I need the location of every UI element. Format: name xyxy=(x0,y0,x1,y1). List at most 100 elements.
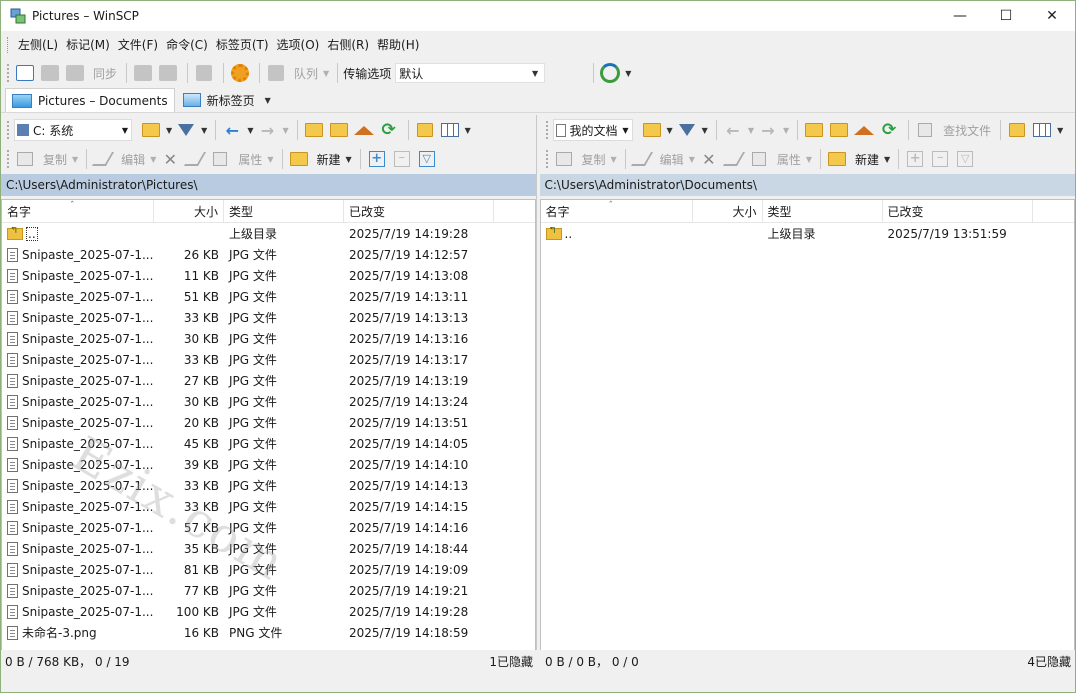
right-tree-button[interactable] xyxy=(1006,119,1028,141)
queue-dropdown-icon[interactable]: ▼ xyxy=(323,69,329,78)
tab-new[interactable]: 新标签页 ▼ xyxy=(177,88,280,112)
left-back-button[interactable]: ← xyxy=(221,119,243,141)
table-row[interactable]: Snipaste_2025-07-1... 33 KB JPG 文件 2025/7/1… xyxy=(2,307,535,328)
left-home-button[interactable] xyxy=(353,119,375,141)
right-filter-button[interactable] xyxy=(676,119,698,141)
clipboard-button[interactable] xyxy=(193,62,215,84)
left-path-bar[interactable]: C:\Users\Administrator\Pictures\ xyxy=(1,174,536,196)
right-edit-button[interactable] xyxy=(630,148,653,170)
right-properties-button[interactable] xyxy=(748,148,770,170)
left-view-button[interactable] xyxy=(439,119,461,141)
col-changed-header[interactable]: 已改变 xyxy=(883,200,1033,223)
left-parent-dir-button[interactable] xyxy=(303,119,325,141)
left-open-dir-button[interactable] xyxy=(140,119,162,141)
table-row[interactable]: Snipaste_2025-07-1... 11 KB JPG 文件 2025/7/1… xyxy=(2,265,535,286)
left-copy-button[interactable] xyxy=(14,148,36,170)
menu-mark[interactable]: 标记(M) xyxy=(62,31,114,59)
col-changed-header[interactable]: 已改变 xyxy=(344,200,494,223)
parent-dir-row[interactable]: .. 上级目录 2025/7/19 14:19:28 xyxy=(2,223,535,244)
table-row[interactable]: Snipaste_2025-07-1... 20 KB JPG 文件 2025/7/1… xyxy=(2,412,535,433)
right-drive-select[interactable]: 我的文档 ▼ xyxy=(552,119,633,141)
folder-sync-button[interactable] xyxy=(64,62,86,84)
table-row[interactable]: Snipaste_2025-07-1... 33 KB JPG 文件 2025/7/1… xyxy=(2,496,535,517)
close-button[interactable]: ✕ xyxy=(1029,1,1075,31)
sync-label[interactable]: 同步 xyxy=(93,65,117,82)
right-new-button[interactable] xyxy=(826,148,848,170)
left-forward-dropdown-icon[interactable]: ▼ xyxy=(282,126,288,135)
table-row[interactable]: Snipaste_2025-07-1... 30 KB JPG 文件 2025/7/1… xyxy=(2,391,535,412)
right-root-dir-button[interactable] xyxy=(828,119,850,141)
left-edit-button[interactable] xyxy=(92,148,115,170)
left-drive-select[interactable]: C: 系统 ▼ xyxy=(14,119,132,141)
queue-label[interactable]: 队列 xyxy=(294,65,318,82)
right-properties-label[interactable]: 属性 xyxy=(777,151,801,168)
right-delete-button[interactable]: ✕ xyxy=(698,148,720,170)
right-copy-button[interactable] xyxy=(553,148,575,170)
table-row[interactable]: Snipaste_2025-07-1... 33 KB JPG 文件 2025/7/1… xyxy=(2,475,535,496)
right-find-button[interactable] xyxy=(914,119,936,141)
right-parent-dir-button[interactable] xyxy=(803,119,825,141)
maximize-button[interactable]: ☐ xyxy=(983,1,1029,31)
left-select-button[interactable]: + xyxy=(366,148,388,170)
right-find-label[interactable]: 查找文件 xyxy=(943,122,991,139)
right-edit-label[interactable]: 编辑 xyxy=(660,151,684,168)
table-row[interactable]: Snipaste_2025-07-1... 30 KB JPG 文件 2025/7/1… xyxy=(2,328,535,349)
parent-dir-row[interactable]: .. 上级目录 2025/7/19 13:51:59 xyxy=(541,223,1075,244)
left-root-dir-button[interactable] xyxy=(328,119,350,141)
left-tree-button[interactable] xyxy=(414,119,436,141)
menu-options[interactable]: 选项(O) xyxy=(273,31,324,59)
col-size-header[interactable]: 大小 xyxy=(154,200,224,223)
menu-commands[interactable]: 命令(C) xyxy=(162,31,212,59)
right-path-bar[interactable]: C:\Users\Administrator\Documents\ xyxy=(539,174,1075,196)
right-view-dropdown-icon[interactable]: ▼ xyxy=(1057,126,1063,135)
right-select-all-button[interactable]: ▽ xyxy=(954,148,976,170)
queue-button[interactable] xyxy=(265,62,287,84)
right-status-hidden[interactable]: 4已隐藏 xyxy=(1027,653,1071,670)
left-status-hidden[interactable]: 1已隐藏 xyxy=(489,653,533,670)
right-unselect-button[interactable]: – xyxy=(929,148,951,170)
left-action-grip[interactable] xyxy=(7,150,10,168)
right-select-button[interactable]: + xyxy=(904,148,926,170)
left-forward-button[interactable]: → xyxy=(256,119,278,141)
table-row[interactable]: Snipaste_2025-07-1... 45 KB JPG 文件 2025/7/1… xyxy=(2,433,535,454)
table-row[interactable]: Snipaste_2025-07-1... 33 KB JPG 文件 2025/7/1… xyxy=(2,349,535,370)
compare-dirs-button[interactable] xyxy=(14,62,36,84)
putty-button[interactable] xyxy=(157,62,179,84)
col-size-header[interactable]: 大小 xyxy=(693,200,763,223)
minimize-button[interactable]: — xyxy=(937,1,983,31)
table-row[interactable]: Snipaste_2025-07-1... 27 KB JPG 文件 2025/7/1… xyxy=(2,370,535,391)
session-sync-button[interactable] xyxy=(599,62,621,84)
console-button[interactable] xyxy=(132,62,154,84)
col-type-header[interactable]: 类型 xyxy=(763,200,883,223)
right-edit-dropdown-icon[interactable]: ▼ xyxy=(689,155,695,164)
left-delete-button[interactable]: ✕ xyxy=(159,148,181,170)
left-properties-dropdown-icon[interactable]: ▼ xyxy=(267,155,273,164)
right-toolbar-grip[interactable] xyxy=(545,121,549,139)
menu-right[interactable]: 右侧(R) xyxy=(323,31,373,59)
toolbar-grip[interactable] xyxy=(7,64,10,82)
left-select-all-button[interactable]: ▽ xyxy=(416,148,438,170)
right-forward-dropdown-icon[interactable]: ▼ xyxy=(783,126,789,135)
table-row[interactable]: Snipaste_2025-07-1... 39 KB JPG 文件 2025/7/1… xyxy=(2,454,535,475)
left-properties-button[interactable] xyxy=(209,148,231,170)
right-back-dropdown-icon[interactable]: ▼ xyxy=(748,126,754,135)
right-home-button[interactable] xyxy=(853,119,875,141)
right-new-dropdown-icon[interactable]: ▼ xyxy=(884,155,890,164)
table-row[interactable]: Snipaste_2025-07-1... 57 KB JPG 文件 2025/7/1… xyxy=(2,517,535,538)
left-new-label[interactable]: 新建 xyxy=(317,151,341,168)
menu-file[interactable]: 文件(F) xyxy=(114,31,162,59)
right-open-dir-button[interactable] xyxy=(641,119,663,141)
table-row[interactable]: 未命名-3.png 16 KB PNG 文件 2025/7/19 14:18:59 xyxy=(2,622,535,643)
menu-tabs[interactable]: 标签页(T) xyxy=(212,31,273,59)
session-sync-dropdown-icon[interactable]: ▼ xyxy=(625,69,631,78)
left-copy-label[interactable]: 复制 xyxy=(43,151,67,168)
col-type-header[interactable]: 类型 xyxy=(224,200,344,223)
right-view-button[interactable] xyxy=(1031,119,1053,141)
left-edit-label[interactable]: 编辑 xyxy=(121,151,145,168)
table-row[interactable]: Snipaste_2025-07-1... 51 KB JPG 文件 2025/7/1… xyxy=(2,286,535,307)
menu-help[interactable]: 帮助(H) xyxy=(373,31,423,59)
preferences-button[interactable] xyxy=(229,62,251,84)
left-new-button[interactable] xyxy=(288,148,310,170)
table-row[interactable]: Snipaste_2025-07-1... 77 KB JPG 文件 2025/7/1… xyxy=(2,580,535,601)
right-new-label[interactable]: 新建 xyxy=(855,151,879,168)
